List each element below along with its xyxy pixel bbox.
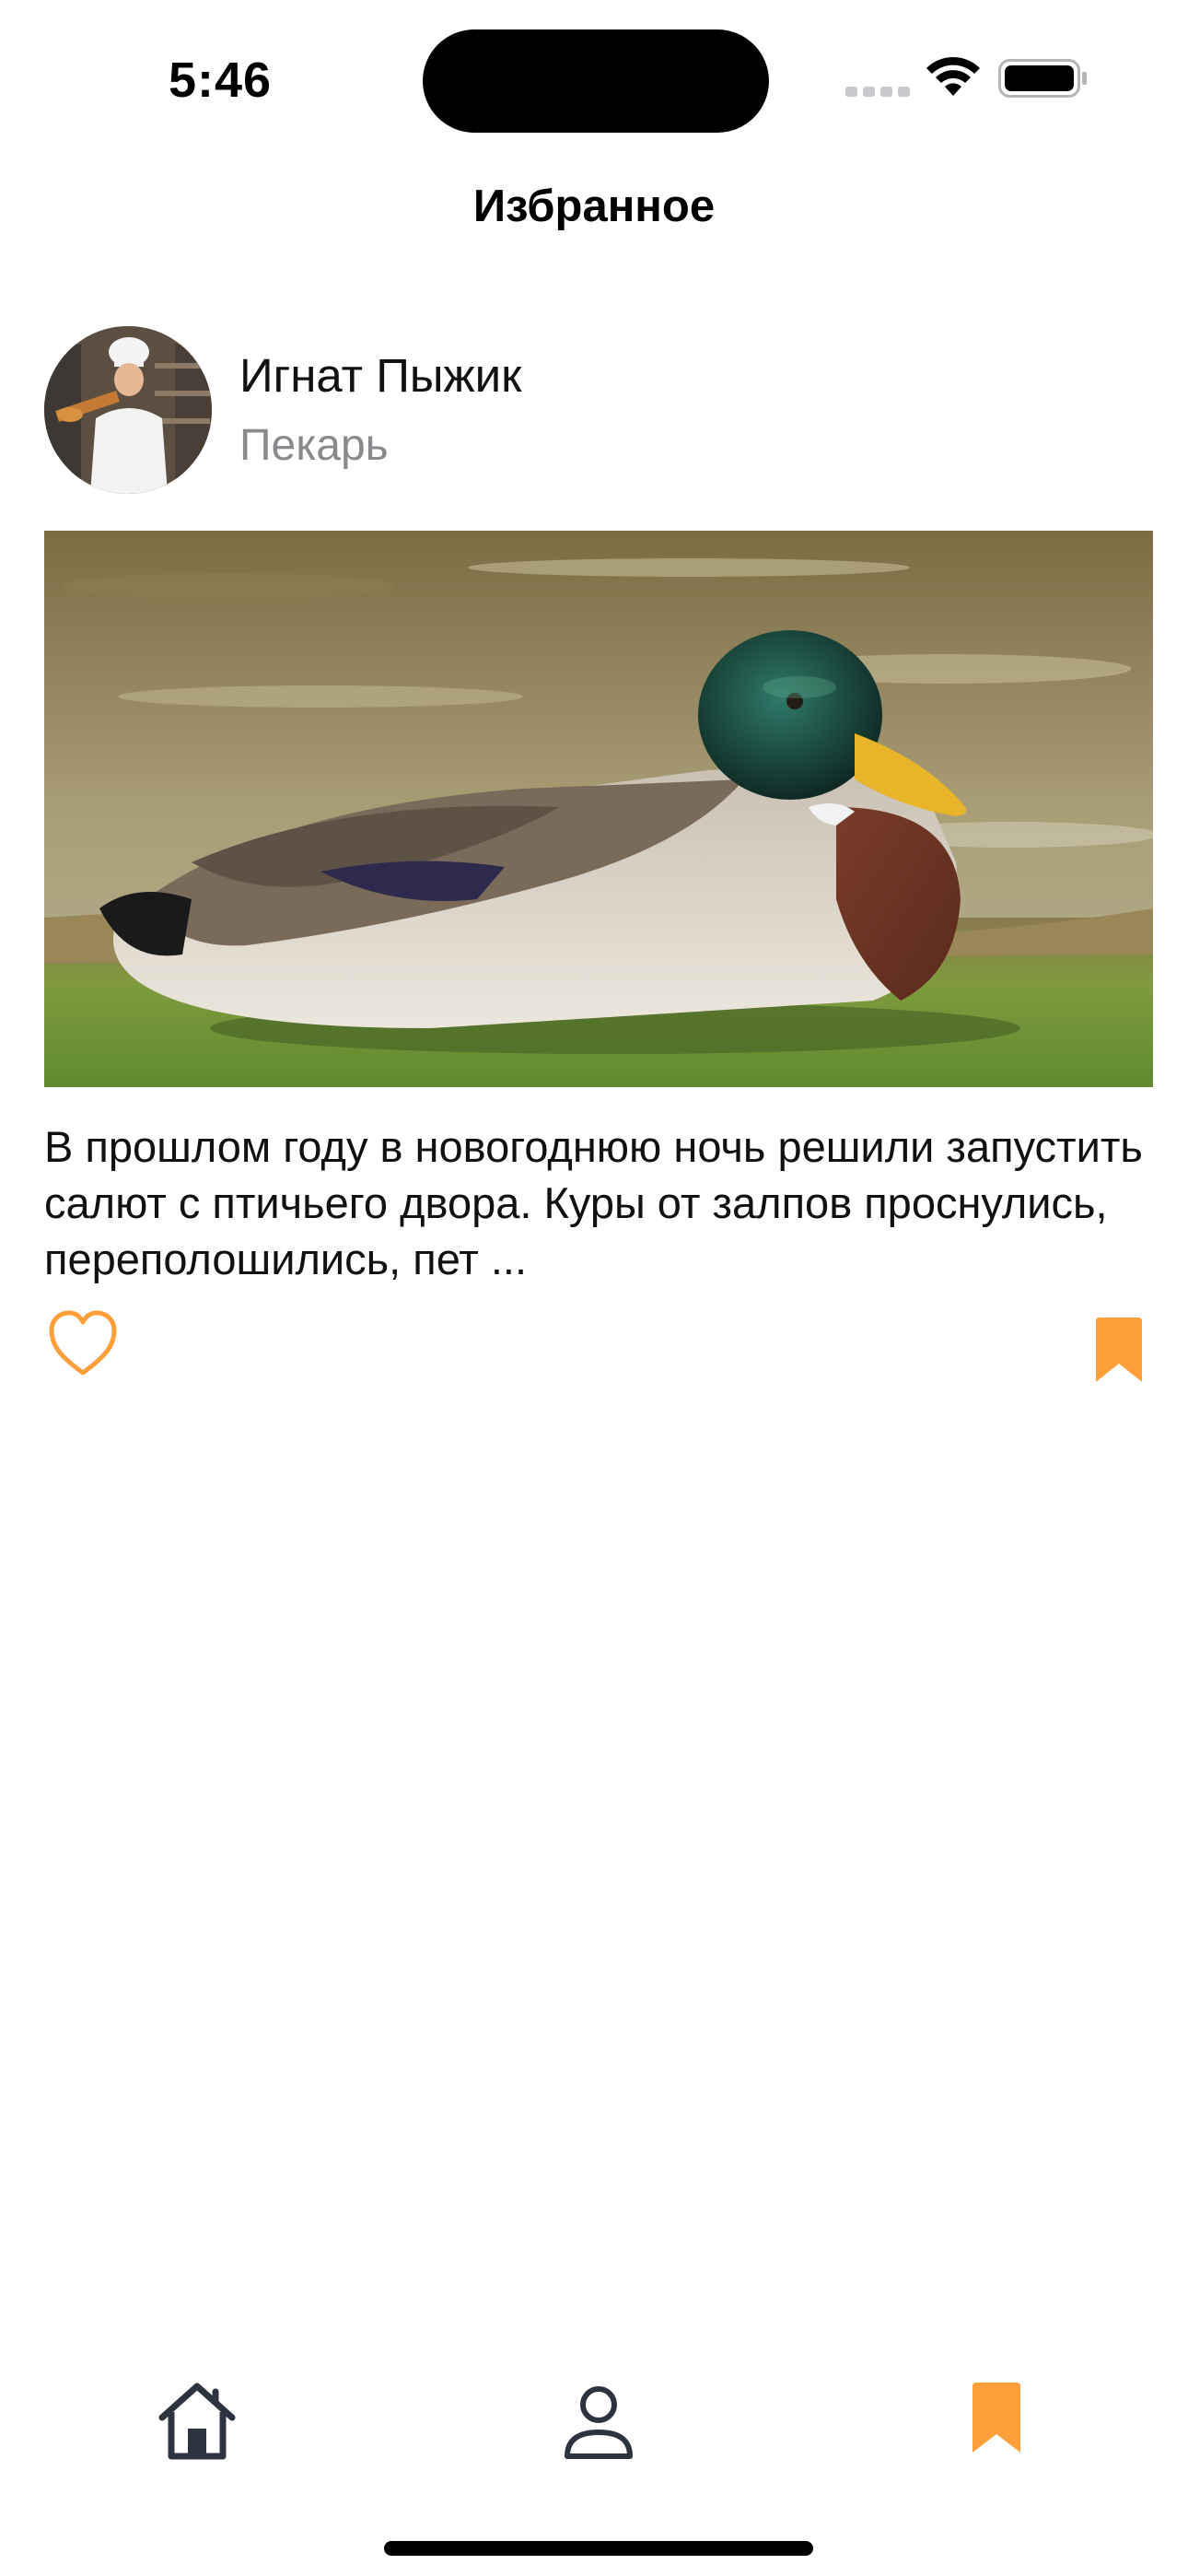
dynamic-island xyxy=(423,29,769,133)
status-bar: 5:46 xyxy=(0,0,1188,157)
post-text[interactable]: В прошлом году в новогоднюю ночь решили … xyxy=(44,1118,1153,1287)
page-title: Избранное xyxy=(472,181,716,231)
battery-icon xyxy=(998,59,1087,98)
profile-icon xyxy=(565,2386,633,2459)
mallard-duck-photo xyxy=(44,531,1153,1087)
wifi-icon xyxy=(926,56,980,96)
status-time: 5:46 xyxy=(169,53,273,108)
like-button[interactable] xyxy=(46,1308,120,1378)
bookmark-button[interactable] xyxy=(1092,1316,1146,1384)
tab-favorites[interactable] xyxy=(952,2377,1041,2465)
baker-avatar xyxy=(44,326,212,494)
home-indicator xyxy=(384,2541,813,2556)
home-icon xyxy=(158,2383,236,2460)
post-image[interactable] xyxy=(44,531,1153,1087)
bookmark-filled-icon xyxy=(1096,1317,1142,1382)
bookmark-icon xyxy=(973,2383,1020,2453)
author-role: Пекарь xyxy=(239,421,389,470)
heart-outline-icon xyxy=(49,1310,117,1376)
author-name[interactable]: Игнат Пыжик xyxy=(239,348,521,403)
tab-home[interactable] xyxy=(153,2377,241,2465)
tab-profile[interactable] xyxy=(554,2377,643,2465)
avatar[interactable] xyxy=(44,326,212,494)
cellular-signal-icon xyxy=(845,87,910,97)
